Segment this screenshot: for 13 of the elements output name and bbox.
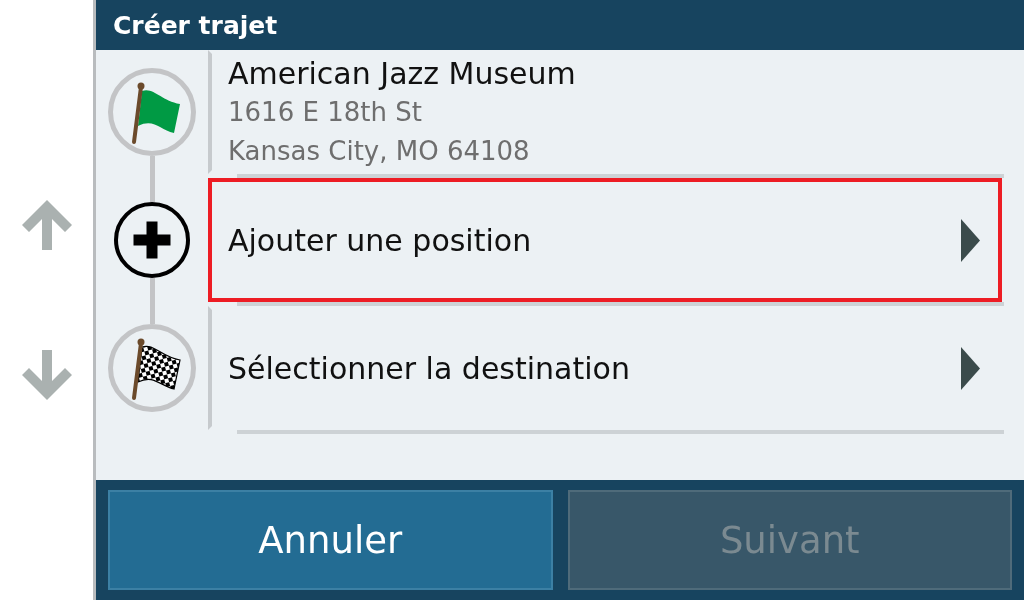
- up-arrow-icon[interactable]: [21, 200, 72, 250]
- chevron-icon: [961, 346, 980, 390]
- checkered-flag-icon: [108, 324, 196, 412]
- address-line: Kansas City, MO 64108: [228, 134, 531, 168]
- list-item[interactable]: Ajouter une position: [208, 178, 1002, 302]
- window-title: Créer trajet: [113, 10, 278, 40]
- place-name: American Jazz Museum: [228, 54, 576, 93]
- address-line: 1616 E 18th St: [228, 95, 423, 129]
- chevron-icon: [961, 218, 980, 262]
- cancel-button[interactable]: Annuler: [108, 490, 553, 590]
- plus-icon: [114, 202, 190, 278]
- down-arrow-icon[interactable]: [21, 350, 72, 400]
- flag-icon: [108, 68, 196, 156]
